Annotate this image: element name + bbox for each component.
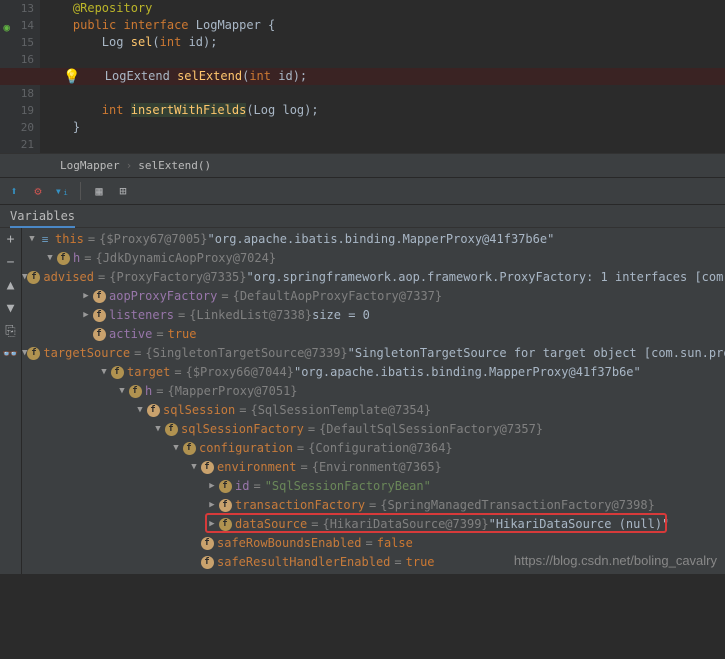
debug-panel: ⬆ ⚙ ▾ᵢ ▦ ⊞ Variables + − ▲ ▼ ⎘ 👓 ▼≡this=… (0, 177, 725, 574)
tree-node[interactable]: ▼ftargetSource={SingletonTargetSource@73… (22, 344, 725, 363)
tree-node[interactable]: ▼fadvised={ProxyFactory@7335} "org.sprin… (22, 268, 725, 287)
filter-icon[interactable]: ▾ᵢ (54, 183, 70, 199)
tree-node[interactable]: ▼fh={JdkDynamicAopProxy@7024} (22, 249, 725, 268)
tree-node[interactable]: ▶faopProxyFactory={DefaultAopProxyFactor… (22, 287, 725, 306)
tree-node[interactable]: ▶fid="SqlSessionFactoryBean" (22, 477, 725, 496)
breadcrumb-item[interactable]: selExtend() (138, 159, 211, 172)
tree-node[interactable]: ▼fsqlSessionFactory={DefaultSqlSessionFa… (22, 420, 725, 439)
expand-icon[interactable]: ▼ (44, 249, 56, 268)
expand-icon[interactable]: ▼ (188, 458, 200, 477)
tree-node-this[interactable]: ▼≡this={$Proxy67@7005} "org.apache.ibati… (22, 230, 725, 249)
collapse-icon[interactable]: ▶ (206, 477, 218, 496)
debug-toolbar: ⬆ ⚙ ▾ᵢ ▦ ⊞ (0, 178, 725, 205)
line-number: 20 (0, 119, 34, 136)
expand-icon[interactable]: ▼ (170, 439, 182, 458)
variables-tab[interactable]: Variables (0, 205, 725, 228)
breadcrumb[interactable]: LogMapper › selExtend() (0, 153, 725, 177)
code-content[interactable]: @Repository public interface LogMapper {… (44, 0, 725, 153)
glasses-icon[interactable]: 👓 (2, 347, 18, 362)
variables-tree[interactable]: ▼≡this={$Proxy67@7005} "org.apache.ibati… (22, 228, 725, 574)
expand-icon[interactable]: ▼ (116, 382, 128, 401)
collapse-icon[interactable]: ▶ (80, 306, 92, 325)
copy-icon[interactable]: ⎘ (5, 324, 15, 339)
line-number: 21 (0, 136, 34, 153)
line-number: 19 (0, 102, 34, 119)
highlight-box (205, 513, 667, 533)
intention-bulb-icon[interactable]: 💡 (63, 69, 80, 86)
settings-icon[interactable]: ⚙ (30, 183, 46, 199)
line-number: 16 (0, 51, 34, 68)
separator (80, 182, 81, 200)
expand-icon[interactable]: ▼ (98, 363, 110, 382)
add-watch-icon[interactable]: + (7, 232, 15, 247)
run-icon[interactable]: ◉ (0, 19, 10, 31)
expand-icon[interactable]: ⊞ (115, 183, 131, 199)
tree-node[interactable]: ▼fenvironment={Environment@7365} (22, 458, 725, 477)
breadcrumb-item[interactable]: LogMapper (60, 159, 120, 172)
restore-layout-icon[interactable]: ⬆ (6, 183, 22, 199)
tree-node[interactable]: ▼fconfiguration={Configuration@7364} (22, 439, 725, 458)
tree-node[interactable]: factive=true (22, 325, 725, 344)
annotation: @Repository (73, 1, 152, 15)
tree-node[interactable]: ▼ftarget={$Proxy66@7044} "org.apache.iba… (22, 363, 725, 382)
up-icon[interactable]: ▲ (7, 278, 15, 293)
expand-icon[interactable]: ▼ (152, 420, 164, 439)
code-editor[interactable]: 13 14◉ 15 16 17 18 19 20 21 @Repository … (0, 0, 725, 153)
line-number: 15 (0, 34, 34, 51)
breadcrumb-separator: › (126, 159, 133, 172)
expand-icon[interactable]: ▼ (134, 401, 146, 420)
line-number: 13 (0, 0, 34, 17)
remove-watch-icon[interactable]: − (7, 255, 15, 270)
tree-node[interactable]: ▶flisteners={LinkedList@7338} size = 0 (22, 306, 725, 325)
tree-node[interactable]: ▼fh={MapperProxy@7051} (22, 382, 725, 401)
variables-sidebar: + − ▲ ▼ ⎘ 👓 (0, 228, 22, 574)
tree-node[interactable]: fsafeRowBoundsEnabled=false (22, 534, 725, 553)
down-icon[interactable]: ▼ (7, 301, 15, 316)
watermark: https://blog.csdn.net/boling_cavalry (514, 553, 717, 568)
collapse-icon[interactable]: ▶ (80, 287, 92, 306)
line-number: 18 (0, 85, 34, 102)
tree-node[interactable]: ▼fsqlSession={SqlSessionTemplate@7354} (22, 401, 725, 420)
grid-icon[interactable]: ▦ (91, 183, 107, 199)
line-number: 14◉ (0, 17, 34, 34)
expand-icon[interactable]: ▼ (26, 230, 38, 249)
